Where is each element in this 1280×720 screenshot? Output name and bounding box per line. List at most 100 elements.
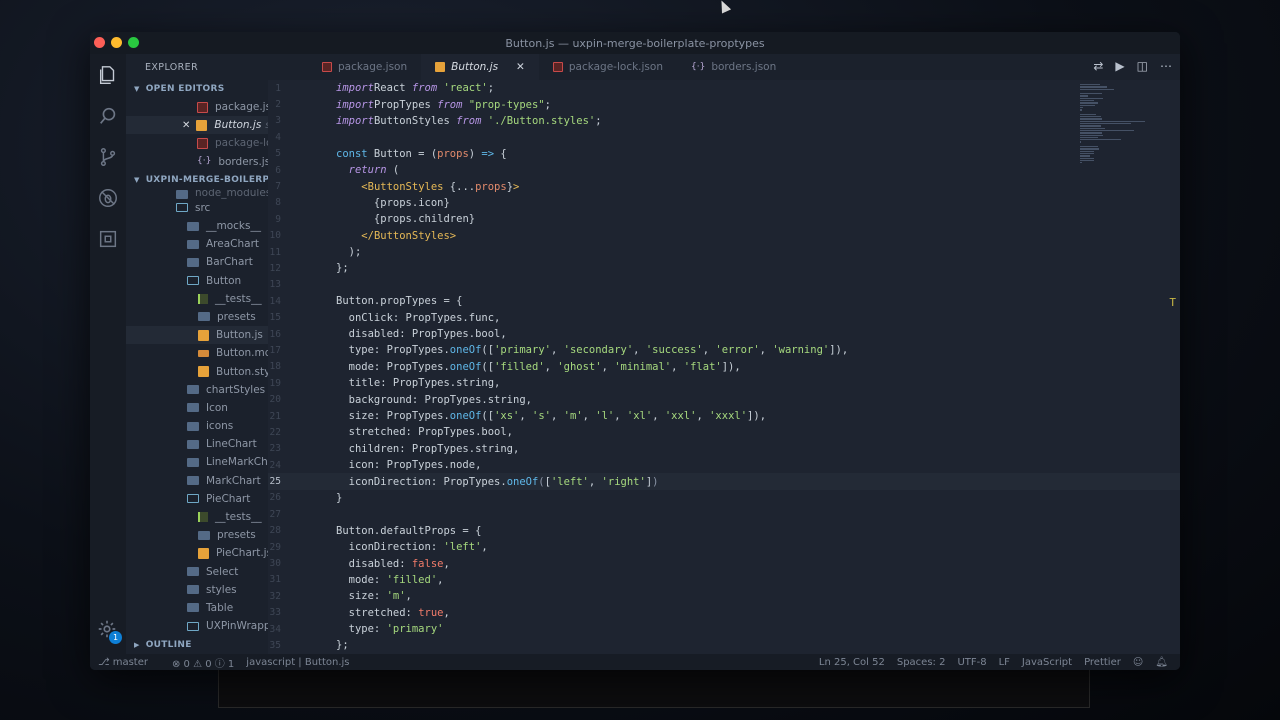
code-line[interactable]: 33 stretched: true, (268, 605, 1180, 621)
editor-tab[interactable]: package-lock.json (539, 54, 677, 80)
outline-header[interactable]: ▶ OUTLINE (126, 636, 268, 654)
tree-item[interactable]: presets (126, 308, 268, 326)
code-line[interactable]: 5 const Button = (props) => { (268, 146, 1180, 162)
tree-item[interactable]: __tests__ (126, 290, 268, 308)
indentation[interactable]: Spaces: 2 (897, 657, 946, 668)
tree-item[interactable]: LineMarkChart (126, 453, 268, 471)
md-icon (198, 349, 209, 357)
code-line[interactable]: 11 ); (268, 244, 1180, 260)
end-of-line[interactable]: LF (999, 657, 1010, 668)
open-editor-item[interactable]: ✕Button.jssrc/Butt... (126, 116, 268, 135)
debug-icon[interactable] (97, 187, 119, 209)
code-line[interactable]: 14 Button.propTypes = { (268, 293, 1180, 309)
files-icon[interactable] (97, 64, 119, 86)
code-line[interactable]: 10 </ButtonStyles> (268, 228, 1180, 244)
compare-icon[interactable]: ⇄ (1093, 59, 1103, 73)
code-line[interactable]: 21 size: PropTypes.oneOf(['xs', 's', 'm'… (268, 408, 1180, 424)
code-line[interactable]: 26} (268, 490, 1180, 506)
language-mode[interactable]: JavaScript (1022, 657, 1072, 668)
open-editor-item[interactable]: package-lock.json (126, 134, 268, 152)
code-line[interactable]: 30 disabled: false, (268, 555, 1180, 571)
code-line[interactable]: 29 iconDirection: 'left', (268, 539, 1180, 555)
code-line[interactable]: 13 (268, 277, 1180, 293)
code-line[interactable]: 35}; (268, 637, 1180, 653)
code-line[interactable]: 6 return ( (268, 162, 1180, 178)
code-line[interactable]: 31 mode: 'filled', (268, 572, 1180, 588)
close-tab-icon[interactable]: ✕ (516, 61, 525, 73)
tree-item[interactable]: Button (126, 272, 268, 290)
code-line[interactable]: 23 children: PropTypes.string, (268, 441, 1180, 457)
search-icon[interactable] (97, 105, 119, 127)
code-line[interactable]: 8 {props.icon} (268, 195, 1180, 211)
project-header[interactable]: ▼ UXPIN-MERGE-BOILERP... (126, 171, 268, 189)
tree-item[interactable]: node_modules (126, 189, 268, 199)
split-editor-icon[interactable]: ◫ (1137, 59, 1148, 73)
code-line[interactable]: 32 size: 'm', (268, 588, 1180, 604)
code-line[interactable]: 27 (268, 506, 1180, 522)
extensions-icon[interactable] (97, 228, 119, 250)
tree-item[interactable]: AreaChart (126, 235, 268, 253)
tree-item[interactable]: LineChart (126, 435, 268, 453)
tree-item[interactable]: Button.js (126, 326, 268, 345)
code-line[interactable]: 1 importReact from 'react'; (268, 80, 1180, 96)
tree-item[interactable]: MarkChart (126, 472, 268, 490)
tree-item[interactable]: src (126, 199, 268, 217)
code-line[interactable]: 34 type: 'primary' (268, 621, 1180, 637)
tree-item[interactable]: PieChart (126, 490, 268, 508)
run-icon[interactable]: ▶ (1115, 59, 1124, 73)
code-line[interactable]: 12}; (268, 260, 1180, 276)
code-line[interactable]: 7 <ButtonStyles {...props}> (268, 178, 1180, 194)
code-line[interactable]: 24 icon: PropTypes.node, (268, 457, 1180, 473)
editor-tab[interactable]: Button.js ✕ (421, 54, 539, 80)
open-editors-header[interactable]: ▼ OPEN EDITORS (126, 80, 268, 98)
cursor-position[interactable]: Ln 25, Col 52 (819, 657, 885, 668)
code-line[interactable]: 25 iconDirection: PropTypes.oneOf(['left… (268, 473, 1180, 490)
source-control-icon[interactable] (97, 146, 119, 168)
tree-item[interactable]: styles (126, 581, 268, 599)
code-line[interactable]: 17 type: PropTypes.oneOf(['primary', 'se… (268, 342, 1180, 358)
code-text: {props.children} (336, 213, 476, 226)
close-window-button[interactable] (94, 37, 105, 48)
tree-item[interactable]: __tests__ (126, 508, 268, 526)
open-editor-item[interactable]: {·}borders.jsonsrc... (126, 153, 268, 171)
more-actions-icon[interactable]: ⋯ (1160, 59, 1172, 73)
maximize-window-button[interactable] (128, 37, 139, 48)
editor-tab[interactable]: package.json (308, 54, 421, 80)
code-line[interactable]: 2 importPropTypes from "prop-types"; (268, 96, 1180, 112)
tree-item[interactable]: Select (126, 563, 268, 581)
tree-item[interactable]: Table (126, 599, 268, 617)
notifications-icon[interactable]: 🔔︎ (1155, 657, 1168, 668)
code-line[interactable]: 3 importButtonStyles from './Button.style… (268, 113, 1180, 129)
tree-item[interactable]: BarChart (126, 253, 268, 271)
code-line[interactable]: 28 Button.defaultProps = { (268, 523, 1180, 539)
problems-indicator[interactable]: ⊗ 0 ⚠ 0 ⓘ 1 (172, 655, 234, 670)
minimap[interactable] (1080, 84, 1150, 164)
code-line[interactable]: 20 background: PropTypes.string, (268, 391, 1180, 407)
tree-item[interactable]: presets (126, 526, 268, 544)
tree-item[interactable]: icons (126, 417, 268, 435)
code-line[interactable]: 16 disabled: PropTypes.bool, (268, 326, 1180, 342)
code-line[interactable]: 15 onClick: PropTypes.func, (268, 309, 1180, 325)
code-line[interactable]: 9 {props.children} (268, 211, 1180, 227)
code-line[interactable]: 18 mode: PropTypes.oneOf(['filled', 'gho… (268, 359, 1180, 375)
close-icon[interactable]: ✕ (182, 120, 190, 131)
tree-item[interactable]: chartStyles (126, 381, 268, 399)
tree-item[interactable]: Button.md (126, 344, 268, 362)
code-line[interactable]: 22 stretched: PropTypes.bool, (268, 424, 1180, 440)
tree-item[interactable]: UXPinWrapper (126, 617, 268, 635)
encoding[interactable]: UTF-8 (957, 657, 986, 668)
code-line[interactable]: 19 title: PropTypes.string, (268, 375, 1180, 391)
tree-item[interactable]: Icon (126, 399, 268, 417)
minimize-window-button[interactable] (111, 37, 122, 48)
tree-item[interactable]: PieChart.js (126, 544, 268, 562)
code-line[interactable]: 4 (268, 129, 1180, 145)
open-editor-item[interactable]: package.json (126, 98, 268, 116)
tab-bar: package.json Button.js ✕ package-lock.json {… (268, 54, 1180, 80)
editor-tab[interactable]: {·} borders.json (677, 54, 790, 80)
tree-item[interactable]: Button.styles.js (126, 362, 268, 380)
code-editor[interactable]: 1 importReact from 'react'; 2 importPropTyp… (268, 80, 1180, 654)
tree-item[interactable]: __mocks__ (126, 217, 268, 235)
formatter[interactable]: Prettier (1084, 657, 1121, 668)
feedback-icon[interactable]: ☺ (1133, 657, 1143, 668)
branch-indicator[interactable]: ⎇ master (98, 657, 160, 668)
